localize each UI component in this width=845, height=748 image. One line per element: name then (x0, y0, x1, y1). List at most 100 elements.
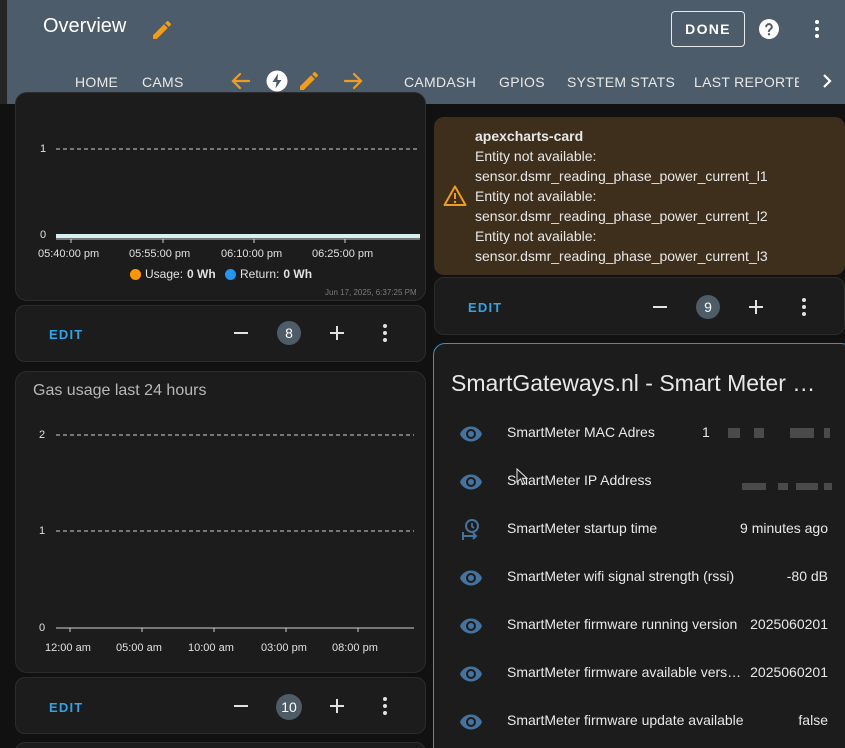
plus-icon[interactable] (744, 295, 768, 319)
edit-button[interactable]: EDIT (49, 700, 83, 715)
entity-value: 9 minutes ago (740, 520, 828, 536)
error-line: sensor.dsmr_reading_phase_power_current_… (475, 208, 768, 224)
power-chart (56, 148, 420, 243)
lightning-bolt-circle-icon[interactable] (265, 69, 289, 93)
x-tick-label: 06:10:00 pm (221, 248, 283, 260)
legend-return[interactable]: Return: 0 Wh (225, 267, 312, 281)
more-vert-icon[interactable] (373, 694, 397, 718)
error-heading: apexcharts-card (475, 128, 584, 144)
entity-name: SmartMeter MAC Adres (507, 424, 655, 440)
tab-gpios[interactable]: GPIOS (499, 74, 545, 90)
page-title: Overview (43, 15, 127, 37)
card-position-badge: 10 (276, 694, 302, 720)
eye-icon (460, 570, 482, 586)
entity-name: SmartMeter firmware update available (507, 712, 744, 728)
entity-row[interactable]: SmartMeter firmware available version 20… (434, 650, 845, 698)
entity-value: 1 (702, 424, 830, 440)
x-tick-label: 05:40:00 pm (38, 248, 100, 260)
edit-button[interactable]: EDIT (49, 327, 83, 342)
legend-dot-usage (130, 268, 141, 280)
x-tick-label: 03:00 pm (261, 642, 307, 654)
edit-title-pencil-icon[interactable] (150, 18, 174, 42)
entity-row[interactable]: SmartMeter firmware running version 2025… (434, 602, 845, 650)
entity-row[interactable]: SmartMeter MAC Adres 1 (434, 410, 845, 458)
eye-icon (460, 618, 482, 634)
error-line: sensor.dsmr_reading_phase_power_current_… (475, 248, 768, 264)
entity-name: SmartMeter startup time (507, 520, 658, 536)
entity-name: SmartMeter firmware available version (507, 664, 743, 680)
y-tick-label: 0 (40, 229, 47, 241)
warning-icon (443, 185, 467, 206)
legend-dot-return (225, 268, 236, 280)
entity-name: SmartMeter IP Address (507, 472, 652, 488)
x-tick-label: 10:00 am (188, 642, 234, 654)
tab-last-reported[interactable]: LAST REPORTED (694, 74, 799, 90)
entity-row[interactable]: SmartMeter firmware update available fal… (434, 698, 845, 746)
more-vert-icon[interactable] (792, 295, 816, 319)
x-tick-label: 05:00 am (116, 642, 162, 654)
legend-label: Return: (240, 267, 280, 281)
smart-meter-entities-card[interactable]: SmartGateways.nl - Smart Meter Gateway S… (433, 343, 845, 748)
error-line: sensor.dsmr_reading_phase_power_current_… (475, 168, 768, 184)
arrow-right-icon[interactable] (341, 69, 365, 93)
edit-view-pencil-icon[interactable] (297, 69, 321, 93)
plus-icon[interactable] (325, 321, 349, 345)
entity-value (738, 477, 832, 493)
redacted-block (742, 482, 766, 490)
entity-value: false (798, 712, 828, 728)
entity-row[interactable]: SmartMeter startup time 9 minutes ago (434, 506, 845, 554)
help-icon[interactable] (757, 17, 781, 41)
top-app-bar: Overview DONE HOME CAMS CAMDASH GPIOS SY… (0, 0, 845, 104)
entity-value-text: 1 (702, 424, 710, 440)
more-vert-icon[interactable] (373, 321, 397, 345)
left-edge-strip (0, 0, 7, 104)
eye-icon (460, 714, 482, 730)
legend-usage[interactable]: Usage: 0 Wh (130, 267, 216, 281)
chart-timestamp: Jun 17, 2025, 6:37:25 PM (325, 288, 417, 297)
power-card-footer: EDIT 8 (15, 305, 426, 362)
entity-value: 2025060201 (750, 616, 828, 632)
tab-system-stats[interactable]: SYSTEM STATS (567, 74, 675, 90)
eye-icon (460, 666, 482, 682)
edit-button[interactable]: EDIT (468, 300, 502, 315)
y-tick-label: 2 (39, 429, 46, 441)
redacted-block (727, 428, 740, 439)
redacted-block (824, 482, 832, 490)
card-title: SmartGateways.nl - Smart Meter Gateway (451, 370, 831, 396)
minus-icon[interactable] (229, 694, 253, 718)
redacted-block (753, 428, 764, 439)
done-button[interactable]: DONE (671, 11, 745, 47)
gas-chart (56, 434, 414, 632)
legend-label: Usage: (145, 267, 184, 281)
x-tick-label: 05:55:00 pm (129, 248, 191, 260)
entity-name: SmartMeter wifi signal strength (rssi) (507, 568, 735, 584)
redacted-block (789, 428, 814, 439)
chevron-right-icon[interactable] (815, 69, 839, 93)
arrow-left-icon[interactable] (229, 69, 253, 93)
more-vert-icon[interactable] (805, 17, 829, 41)
plus-icon[interactable] (325, 694, 349, 718)
entity-row[interactable]: SmartMeter wifi signal strength (rssi) -… (434, 554, 845, 602)
redacted-block (778, 482, 788, 490)
apexcharts-error-card: apexcharts-card Entity not available: se… (434, 117, 845, 275)
card-position-badge: 8 (277, 321, 301, 345)
redacted-block (796, 482, 818, 490)
tabs-scroll-area: CAMDASH GPIOS SYSTEM STATS LAST REPORTED (403, 60, 799, 104)
warning-card-footer: EDIT 9 (434, 277, 845, 335)
error-line: Entity not available: (475, 148, 597, 164)
minus-icon[interactable] (648, 295, 672, 319)
next-card (15, 742, 426, 748)
eye-icon (460, 426, 482, 442)
entity-value: 2025060201 (750, 664, 828, 680)
tab-camdash[interactable]: CAMDASH (404, 74, 476, 90)
tab-cams[interactable]: CAMS (142, 74, 184, 90)
y-tick-label: 1 (40, 143, 47, 155)
x-tick-label: 08:00 pm (332, 642, 378, 654)
minus-icon[interactable] (229, 321, 253, 345)
error-message: apexcharts-card Entity not available: se… (475, 126, 768, 266)
y-tick-label: 0 (39, 622, 46, 634)
entity-row[interactable]: SmartMeter IP Address (434, 458, 845, 506)
clock-start-icon (462, 519, 479, 540)
tab-home[interactable]: HOME (75, 74, 118, 90)
redacted-block (823, 428, 830, 439)
